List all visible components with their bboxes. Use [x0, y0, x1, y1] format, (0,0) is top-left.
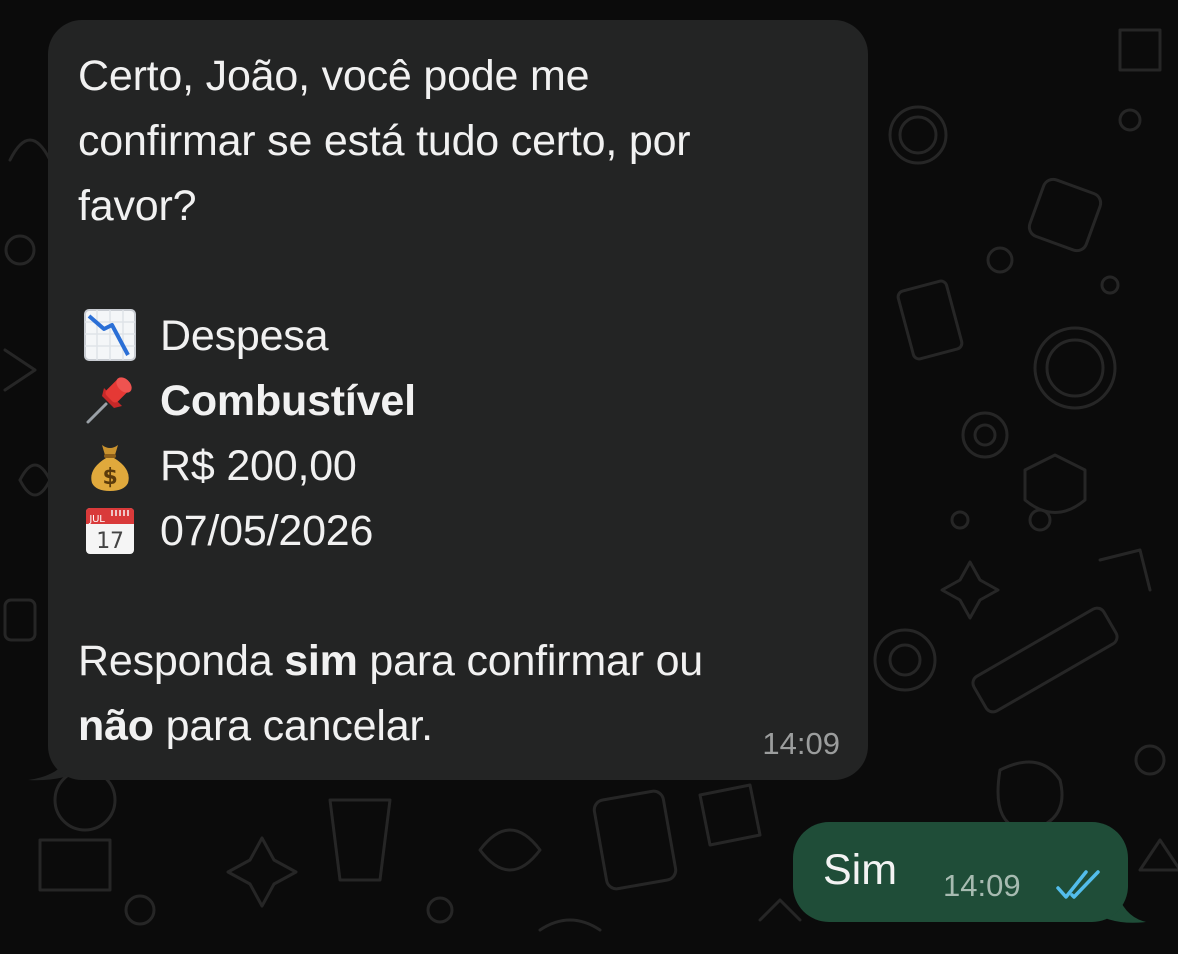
calendar-day: 17 — [96, 529, 124, 554]
incoming-message-time: 14:09 — [762, 726, 840, 761]
calendar-month: JUL — [88, 514, 105, 525]
amount-value: R$ 200,00 — [160, 442, 357, 490]
date-value: 07/05/2026 — [160, 507, 374, 555]
double-check-read-icon — [1056, 870, 1100, 899]
incoming-message-text: Certo, João, você pode me confirmar se e… — [78, 44, 858, 759]
reply-instruction-line-2: não para cancelar. — [78, 702, 433, 750]
reply-instruction-line-1: Responda sim para confirmar ou — [78, 637, 704, 685]
pushpin-icon — [82, 372, 146, 432]
category-label: Combustível — [160, 377, 416, 425]
svg-text:$: $ — [102, 465, 117, 490]
money-bag-icon: $ — [82, 437, 146, 497]
reply-yes-word: sim — [284, 637, 358, 685]
expense-type-label: Despesa — [160, 312, 329, 360]
outgoing-message-bubble[interactable]: Sim 14:09 — [793, 822, 1128, 922]
outgoing-message-time: 14:09 — [943, 868, 1021, 903]
calendar-icon: JUL 17 — [82, 502, 146, 562]
message-line-3: favor? — [78, 182, 197, 230]
category-row: Combustível — [78, 369, 858, 434]
message-line-1: Certo, João, você pode me — [78, 52, 590, 100]
expense-type-row: Despesa — [78, 304, 858, 369]
amount-row: $ R$ 200,00 — [78, 434, 858, 499]
message-line-2: confirmar se está tudo certo, por — [78, 117, 691, 165]
incoming-message-bubble[interactable]: Certo, João, você pode me confirmar se e… — [48, 20, 868, 780]
outgoing-message-text: Sim — [823, 846, 898, 894]
reply-no-word: não — [78, 702, 154, 750]
chart-decreasing-icon — [82, 307, 146, 367]
date-row: JUL 17 07/05/2026 — [78, 499, 858, 564]
